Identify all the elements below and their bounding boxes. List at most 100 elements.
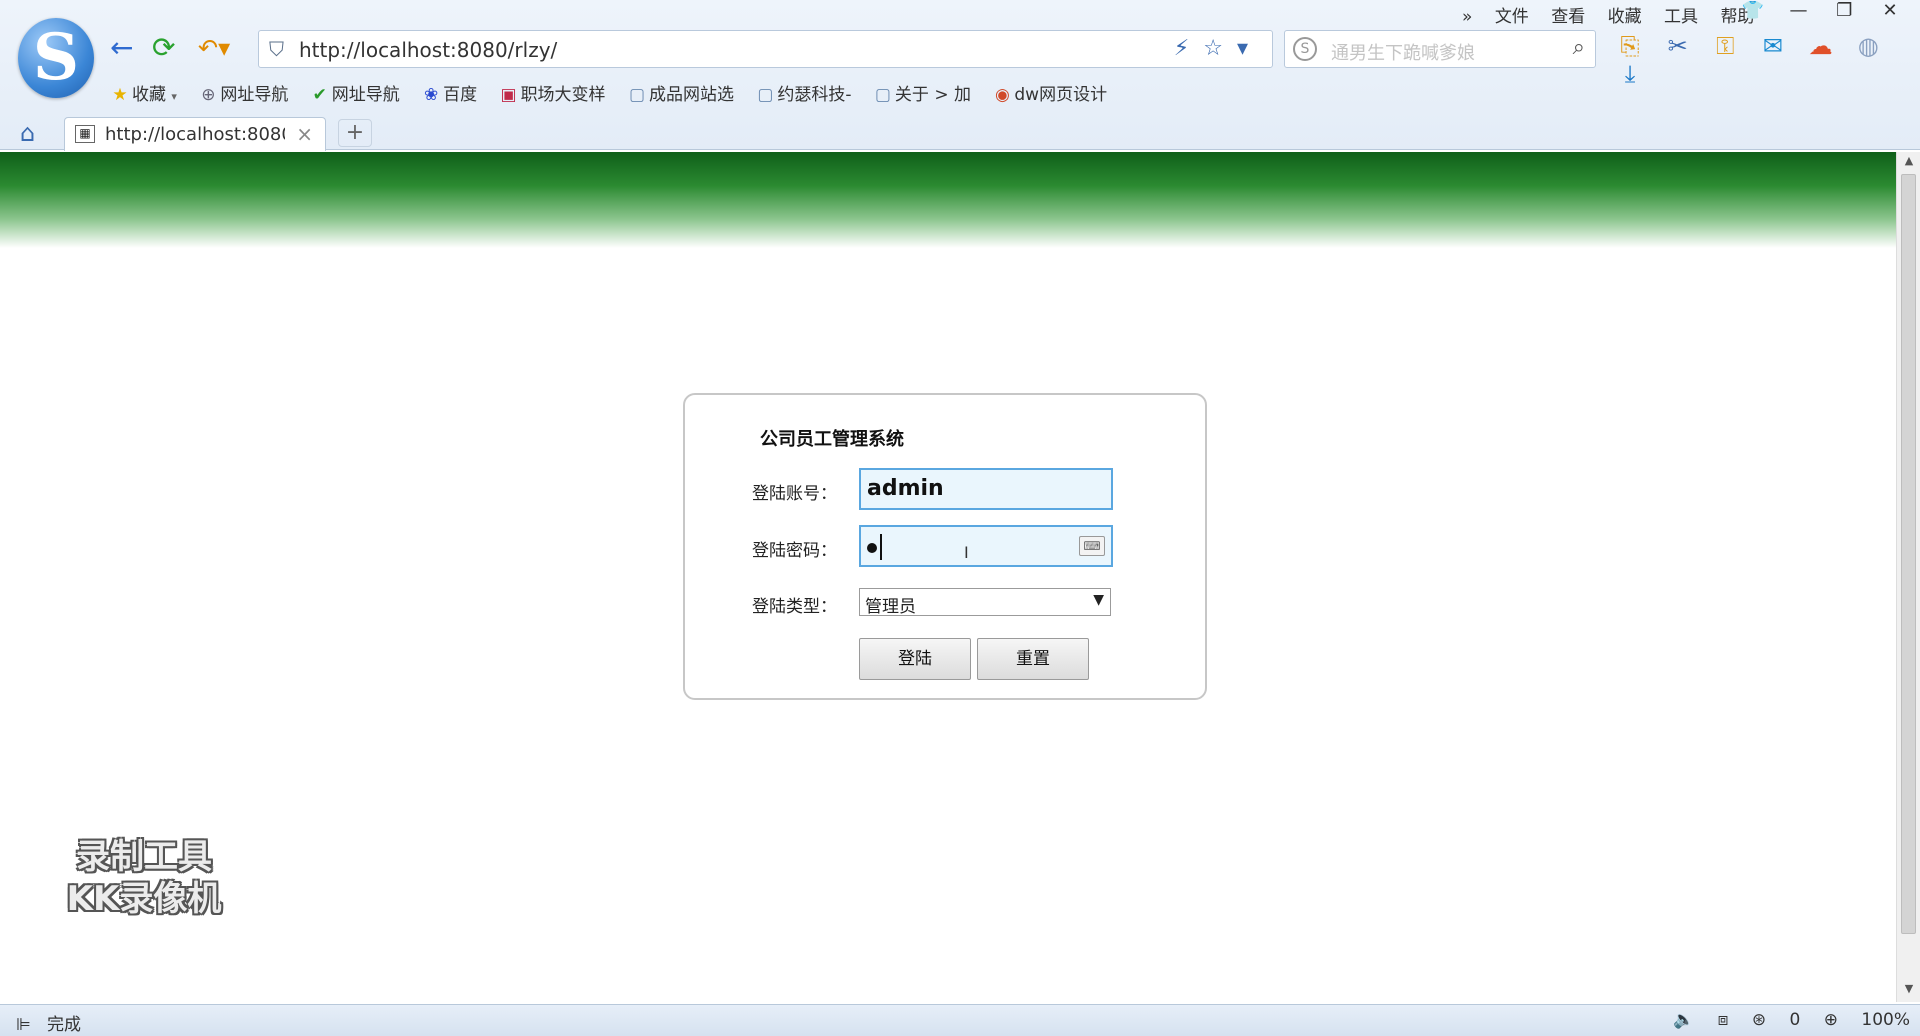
search-engine-icon[interactable]: S — [1293, 37, 1317, 61]
bookmark-label: dw网页设计 — [1014, 85, 1108, 105]
tab-active[interactable]: ▦ http://localhost:8080/rl × — [64, 117, 326, 151]
restore-icon[interactable]: ❐ — [1824, 0, 1864, 21]
vertical-scrollbar[interactable]: ▲ ▼ — [1896, 152, 1920, 1002]
text-caret — [880, 534, 882, 560]
refresh-icon[interactable]: ⟳ — [152, 30, 175, 66]
system-title: 公司员工管理系统 — [760, 429, 904, 450]
menu-favorites[interactable]: 收藏 — [1608, 7, 1642, 27]
status-right: 🔈 ⧈ ⊛ 0 ⊕ 100% — [1655, 1010, 1910, 1030]
password-input[interactable]: I ⌨ — [859, 525, 1113, 567]
toolbar-right-icons: ⎘ ✂ ⚿ ✉ ☁ ◍ ⤓ — [1610, 32, 1920, 88]
search-placeholder[interactable]: 通男生下跪喊爹娘 — [1331, 39, 1475, 65]
bookmark-label: 成品网站选 — [648, 85, 734, 105]
scroll-up-icon[interactable]: ▲ — [1897, 154, 1920, 172]
watermark-line-1: 录制工具 — [76, 837, 212, 877]
search-box[interactable]: S 通男生下跪喊爹娘 ⌕ — [1284, 30, 1596, 68]
menu-tools[interactable]: 工具 — [1664, 7, 1698, 27]
recorder-watermark: 录制工具 KK录像机 — [44, 836, 244, 920]
zoom-icon[interactable]: ⊕ 100% — [1824, 1010, 1910, 1030]
menu-view[interactable]: 查看 — [1551, 7, 1585, 27]
bookmark-label: 网址导航 — [220, 85, 289, 105]
app-icon[interactable]: ☁ — [1801, 32, 1841, 60]
dropdown-icon: ▾ — [171, 90, 177, 103]
star-icon: ★ — [112, 85, 128, 105]
bookmark-favorites[interactable]: ★ 收藏 ▾ — [110, 80, 177, 105]
mail-icon[interactable]: ✉ — [1753, 32, 1793, 60]
scissors-icon[interactable]: ✂ — [1658, 32, 1698, 60]
bookmark-label: 百度 — [443, 85, 478, 105]
login-panel: 公司员工管理系统 登陆账号： admin 登陆密码： I ⌨ 登陆类型： 管理员… — [683, 393, 1207, 700]
account-label: 登陆账号： — [752, 484, 837, 504]
page-icon: ▢ — [757, 85, 774, 105]
bookmark-label: 职场大变样 — [520, 85, 606, 105]
search-icon[interactable]: ⌕ — [1573, 35, 1585, 60]
menu-file[interactable]: 文件 — [1495, 7, 1529, 27]
browser-logo-icon: S — [18, 18, 94, 98]
back-icon[interactable]: ← — [110, 30, 133, 66]
site-icon: ▣ — [500, 85, 517, 105]
page-content: 公司员工管理系统 登陆账号： admin 登陆密码： I ⌨ 登陆类型： 管理员… — [0, 152, 1896, 1002]
browser-chrome: S ← ⟳ ↶▾ ⛉ http://localhost:8080/rlzy/ ⚡… — [0, 0, 1920, 151]
page-favicon-icon: ▦ — [75, 125, 95, 143]
login-type-value[interactable]: 管理员 — [865, 592, 916, 617]
sound-icon[interactable]: 🔈 — [1673, 1010, 1694, 1030]
page-icon: ▢ — [628, 85, 645, 105]
bookmark-label: 收藏 — [132, 85, 166, 105]
status-left: ⊫ 完成 — [16, 1010, 81, 1035]
bookmark-item[interactable]: ✔ 网址导航 — [310, 80, 400, 105]
bookmark-item[interactable]: ◉ dw网页设计 — [992, 80, 1107, 105]
account-value[interactable]: admin — [867, 476, 944, 501]
login-button[interactable]: 登陆 — [859, 638, 971, 680]
skin-icon[interactable]: 👕 — [1733, 0, 1773, 21]
globe-icon[interactable]: ◍ — [1848, 32, 1888, 60]
globe-icon: ⊕ — [201, 85, 216, 105]
bookmark-item[interactable]: ▢ 约瑟科技- — [755, 80, 851, 105]
address-bar[interactable]: ⛉ http://localhost:8080/rlzy/ ⚡☆▾ — [258, 30, 1273, 68]
minimize-icon[interactable]: — — [1779, 0, 1819, 21]
menu-bar: » 文件 查看 收藏 工具 帮助 — [1462, 2, 1771, 27]
scroll-down-icon[interactable]: ▼ — [1897, 982, 1920, 1000]
key-icon[interactable]: ⚿ — [1705, 32, 1745, 60]
toolbox-icon[interactable]: ⧈ — [1718, 1010, 1729, 1030]
close-tab-icon[interactable]: × — [296, 122, 313, 146]
bookmark-item[interactable]: ❀ 百度 — [421, 80, 477, 105]
sidebar-toggle-icon[interactable]: ⊫ — [16, 1015, 31, 1035]
bookmark-label: 网址导航 — [331, 85, 400, 105]
page-icon: ▢ — [874, 85, 891, 105]
menu-more-icon[interactable]: » — [1462, 7, 1472, 27]
address-tools-icons[interactable]: ⚡☆▾ — [1174, 36, 1262, 61]
header-banner — [0, 152, 1896, 248]
close-window-icon[interactable]: ✕ — [1870, 0, 1910, 21]
status-text: 完成 — [47, 1015, 82, 1035]
account-input[interactable]: admin — [859, 468, 1113, 510]
bookmark-item[interactable]: ▣ 职场大变样 — [499, 80, 606, 105]
undo-icon[interactable]: ↶▾ — [198, 30, 230, 66]
notice-count: 0 — [1789, 1010, 1801, 1030]
status-bar: ⊫ 完成 🔈 ⧈ ⊛ 0 ⊕ 100% — [0, 1004, 1920, 1036]
login-type-select[interactable]: 管理员 ▼ — [859, 588, 1111, 617]
chevron-down-icon[interactable]: ▼ — [1093, 592, 1104, 608]
reset-button[interactable]: 重置 — [977, 638, 1089, 680]
bookmark-label: 约瑟科技- — [777, 85, 852, 105]
tab-title: http://localhost:8080/rl — [105, 124, 285, 145]
shield-icon: ⛉ — [269, 37, 284, 61]
baidu-icon: ❀ — [424, 85, 439, 105]
notice-icon[interactable]: ⊛ 0 — [1752, 1010, 1800, 1030]
bookmark-item[interactable]: ▢ 关于 > 加 — [873, 80, 971, 105]
password-mask-dot — [867, 543, 877, 553]
check-icon: ✔ — [312, 85, 327, 105]
bookmark-item[interactable]: ▢ 成品网站选 — [627, 80, 734, 105]
zoom-level: 100% — [1861, 1010, 1910, 1030]
download-icon[interactable]: ⤓ — [1610, 60, 1650, 88]
keyboard-icon[interactable]: ⌨ — [1079, 536, 1105, 556]
new-tab-button[interactable]: + — [338, 119, 372, 147]
home-icon[interactable]: ⌂ — [20, 119, 35, 147]
bookmark-item[interactable]: ⊕ 网址导航 — [198, 80, 288, 105]
window-buttons: 👕 — ❐ ✕ — [1733, 0, 1910, 21]
type-label: 登陆类型： — [752, 597, 837, 617]
ibeam-cursor-icon: I — [964, 543, 969, 562]
bookmark-label: 关于 > 加 — [894, 85, 971, 105]
scroll-thumb[interactable] — [1901, 174, 1916, 934]
clip-icon[interactable]: ⎘ — [1610, 32, 1650, 60]
address-url[interactable]: http://localhost:8080/rlzy/ — [299, 38, 557, 62]
